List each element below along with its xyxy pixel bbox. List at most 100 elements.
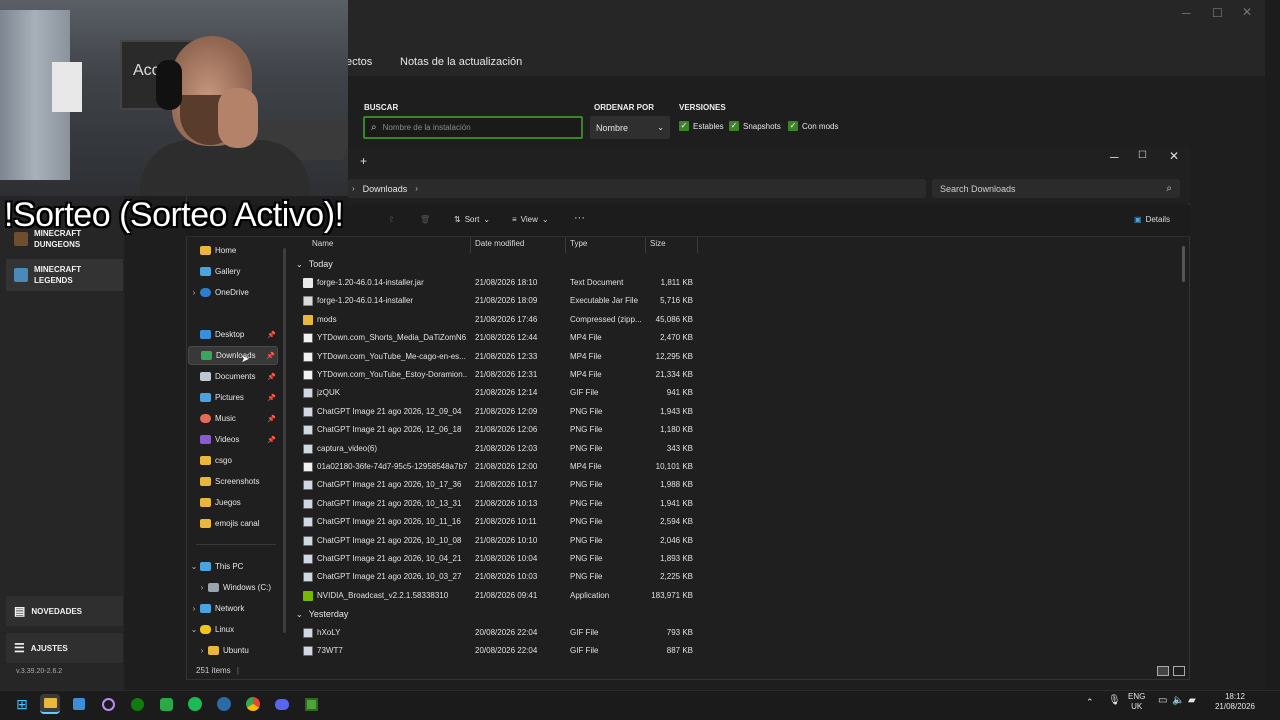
file-row[interactable]: 01a02180-36fe-74d7-95c5-12958548a7b7 21/0… (302, 458, 697, 476)
chevron-down-icon[interactable]: ⌄ (188, 625, 200, 634)
column-header-name[interactable]: Name (312, 239, 333, 251)
nav-item-emojis-canal[interactable]: emojis canal (188, 514, 278, 533)
file-row[interactable]: ChatGPT Image 21 ago 2026, 10_10_08 21/08… (302, 532, 697, 550)
tab-projects[interactable]: ectos (346, 56, 372, 68)
file-row[interactable]: jzQUK 21/08/2026 12:14 GIF File 941 KB (302, 384, 697, 402)
file-list-scrollbar[interactable] (1182, 246, 1185, 282)
file-row[interactable]: YTDown.com_YouTube_Estoy-Doramion... 21/0… (302, 366, 697, 384)
share-icon[interactable]: ⇪ (388, 215, 395, 224)
battery-icon[interactable]: ▰ (1188, 696, 1196, 706)
file-row[interactable]: ChatGPT Image 21 ago 2026, 10_17_36 21/08… (302, 476, 697, 494)
chevron-right-icon[interactable]: › (188, 604, 200, 613)
start-windows-icon[interactable]: ⊞ (12, 694, 32, 714)
file-row[interactable]: hXoLY 20/08/2026 22:04 GIF File 793 KB (302, 624, 697, 642)
sidebar-item-news[interactable]: ▤ NOVEDADES (6, 596, 123, 626)
file-row[interactable]: YTDown.com_YouTube_Me-cago-en-es... 21/08… (302, 348, 697, 366)
chevron-right-icon[interactable]: › (188, 288, 200, 297)
game-bar-taskbar-icon[interactable] (156, 694, 176, 714)
nav-item-windows-c[interactable]: › Windows (C:) (196, 578, 286, 597)
steam-taskbar-icon[interactable] (214, 694, 234, 714)
file-row[interactable]: ChatGPT Image 21 ago 2026, 10_11_16 21/08… (302, 513, 697, 531)
file-row[interactable]: captura_video(6) 21/08/2026 12:03 PNG File… (302, 440, 697, 458)
launcher-close-button[interactable]: ✕ (1242, 5, 1252, 19)
explorer-minimize-button[interactable]: ─ (1110, 150, 1119, 164)
explorer-search-input[interactable]: Search Downloads ⌕ (932, 179, 1180, 198)
column-divider[interactable] (697, 237, 698, 253)
address-bar[interactable]: › Downloads › (348, 179, 926, 198)
nav-item-gallery[interactable]: Gallery (188, 262, 278, 281)
sort-button[interactable]: ⇅ Sort ⌄ (454, 215, 490, 224)
nav-item-screenshots[interactable]: Screenshots (188, 472, 278, 491)
nav-item-music[interactable]: Music 📌 (188, 409, 278, 428)
nav-item-pictures[interactable]: Pictures 📌 (188, 388, 278, 407)
explorer-close-button[interactable]: ✕ (1169, 149, 1179, 163)
snapshots-checkbox[interactable]: ✓ Snapshots (729, 121, 781, 131)
group-header-yesterday[interactable]: ⌄ Yesterday (296, 609, 348, 619)
nav-item-csgo[interactable]: csgo (188, 451, 278, 470)
breadcrumb-downloads[interactable]: Downloads (363, 184, 408, 194)
explorer-maximize-button[interactable]: ☐ (1138, 150, 1147, 161)
details-view-icon[interactable] (1157, 666, 1169, 676)
file-row[interactable]: YTDown.com_Shorts_Media_DaTiZomN6... 21/0… (302, 329, 697, 347)
nav-item-videos[interactable]: Videos 📌 (188, 430, 278, 449)
nav-item-onedrive[interactable]: › OneDrive (188, 283, 278, 302)
nav-item-desktop[interactable]: Desktop 📌 (188, 325, 278, 344)
delete-icon[interactable]: 🗑 (420, 215, 430, 224)
nav-item-ubuntu[interactable]: › Ubuntu (196, 641, 286, 660)
nav-scrollbar[interactable] (283, 248, 286, 633)
column-header-date[interactable]: Date modified (475, 239, 524, 251)
minecraft-launcher-taskbar-icon[interactable] (301, 694, 321, 714)
mods-checkbox[interactable]: ✓ Con mods (788, 121, 838, 131)
file-row[interactable]: 73WT7 20/08/2026 22:04 GIF File 887 KB (302, 642, 697, 660)
microphone-icon[interactable]: 🎙 (1108, 696, 1121, 706)
details-pane-button[interactable]: ▣ Details (1134, 215, 1170, 224)
file-row[interactable]: forge-1.20-46.0.14-installer.jar 21/08/20… (302, 274, 697, 292)
column-header-type[interactable]: Type (570, 239, 587, 251)
file-row[interactable]: ChatGPT Image 21 ago 2026, 10_13_31 21/08… (302, 495, 697, 513)
nav-item-juegos[interactable]: Juegos (188, 493, 278, 512)
nav-item-this-pc[interactable]: ⌄ This PC (188, 557, 278, 576)
tiles-view-icon[interactable] (1173, 666, 1185, 676)
store-taskbar-icon[interactable] (69, 694, 89, 714)
more-options-button[interactable]: ··· (574, 212, 585, 224)
chevron-right-icon[interactable]: › (196, 646, 208, 655)
chevron-right-icon[interactable]: › (196, 583, 208, 592)
launcher-maximize-button[interactable]: ☐ (1212, 6, 1223, 20)
sidebar-item-settings[interactable]: ☰ AJUSTES (6, 633, 123, 663)
nav-item-home[interactable]: Home (188, 241, 278, 260)
file-row[interactable]: ChatGPT Image 21 ago 2026, 12_09_04 21/08… (302, 403, 697, 421)
display-icon[interactable]: ▭ (1158, 696, 1167, 706)
file-row[interactable]: ChatGPT Image 21 ago 2026, 10_04_21 21/08… (302, 550, 697, 568)
language-indicator[interactable]: ENG UK (1128, 692, 1145, 712)
nav-item-network[interactable]: › Network (188, 599, 278, 618)
volume-icon[interactable]: 🔈 (1172, 696, 1184, 706)
nav-item-linux[interactable]: ⌄ Linux (188, 620, 278, 639)
chevron-down-icon[interactable]: ⌄ (188, 562, 200, 571)
file-explorer-taskbar-icon[interactable] (40, 694, 60, 714)
discord-taskbar-icon[interactable] (272, 694, 292, 714)
nav-item-downloads[interactable]: Downloads 📌 (188, 346, 278, 365)
spotify-taskbar-icon[interactable] (185, 694, 205, 714)
nav-item-documents[interactable]: Documents 📌 (188, 367, 278, 386)
tab-patch-notes[interactable]: Notas de la actualización (400, 56, 522, 68)
obs-taskbar-icon[interactable] (98, 694, 118, 714)
show-hidden-icons-button[interactable]: ⌃ (1086, 697, 1094, 707)
launcher-minimize-button[interactable]: ─ (1182, 6, 1191, 20)
chrome-taskbar-icon[interactable] (243, 694, 263, 714)
xbox-taskbar-icon[interactable] (127, 694, 147, 714)
stable-checkbox[interactable]: ✓ Estables (679, 121, 724, 131)
column-divider[interactable] (470, 237, 471, 253)
clock[interactable]: 18:12 21/08/2026 (1212, 692, 1258, 712)
column-divider[interactable] (565, 237, 566, 253)
column-header-size[interactable]: Size (650, 239, 666, 251)
sidebar-item-legends[interactable]: MINECRAFT LEGENDS (6, 259, 123, 291)
file-row[interactable]: mods 21/08/2026 17:46 Compressed (zipp... 4… (302, 311, 697, 329)
file-row[interactable]: forge-1.20-46.0.14-installer 21/08/2026 1… (302, 292, 697, 310)
sort-by-select[interactable]: Nombre ⌄ (590, 116, 670, 139)
installation-search-input[interactable]: ⌕ Nombre de la instalación (363, 116, 583, 139)
new-tab-button[interactable]: + (360, 154, 367, 168)
file-row[interactable]: ChatGPT Image 21 ago 2026, 10_03_27 21/08… (302, 568, 697, 586)
file-row[interactable]: NVIDIA_Broadcast_v2.2.1.58338310 21/08/20… (302, 587, 697, 605)
file-row[interactable]: ChatGPT Image 21 ago 2026, 12_06_18 21/08… (302, 421, 697, 439)
view-button[interactable]: ≡ View ⌄ (512, 215, 549, 224)
